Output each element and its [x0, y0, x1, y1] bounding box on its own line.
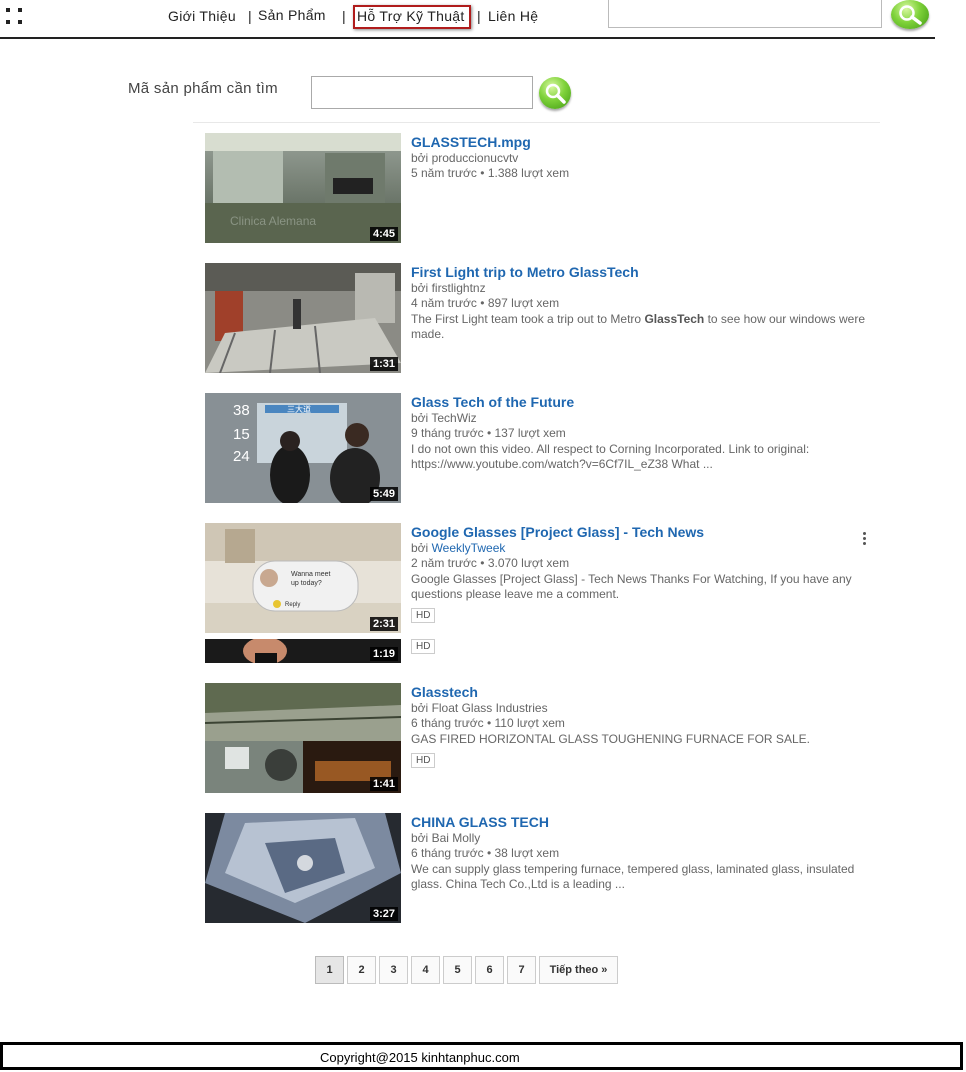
- video-duration: 1:31: [369, 357, 398, 371]
- video-info: First Light trip to Metro GlassTech bởi …: [411, 263, 871, 342]
- nav-item-gioi-thieu[interactable]: Giới Thiệu: [168, 8, 236, 24]
- results-divider: [193, 122, 880, 123]
- video-thumbnail[interactable]: Wanna meet up today? Reply 2:31: [205, 523, 401, 633]
- bubble-text: Wanna meet: [291, 571, 330, 578]
- video-duration: 5:49: [369, 487, 398, 501]
- video-info: Google Glasses [Project Glass] - Tech Ne…: [411, 523, 871, 623]
- video-thumbnail[interactable]: Clinica Alemana 4:45: [205, 133, 401, 243]
- hd-badge: HD: [411, 639, 436, 654]
- video-stats: 4 năm trước • 897 lượt xem: [411, 296, 560, 310]
- video-description: GAS FIRED HORIZONTAL GLASS TOUGHENING FU…: [411, 732, 810, 746]
- video-duration: 4:45: [369, 227, 398, 241]
- product-search-button[interactable]: [539, 77, 571, 109]
- thumbnail-watermark: Clinica Alemana: [230, 214, 316, 228]
- nav-separator: |: [248, 8, 252, 24]
- thumbnail-number: 24: [233, 448, 250, 465]
- thumbnail-number: 38: [233, 402, 250, 419]
- product-search-label: Mã sản phẩm cần tìm: [128, 80, 278, 97]
- video-channel: bởi Bai Molly: [411, 831, 481, 845]
- bubble-text: up today?: [291, 580, 322, 587]
- video-description: We can supply glass tempering furnace, t…: [411, 862, 855, 891]
- video-title[interactable]: Google Glasses [Project Glass] - Tech Ne…: [411, 523, 871, 541]
- nav-item-san-pham[interactable]: Sản Phẩm: [258, 7, 326, 23]
- video-title[interactable]: First Light trip to Metro GlassTech: [411, 263, 871, 281]
- video-title[interactable]: Glass Tech of the Future: [411, 393, 871, 411]
- video-stats: 6 tháng trước • 110 lượt xem: [411, 716, 565, 730]
- footer: Copyright@2015 kinhtanphuc.com: [0, 1042, 963, 1070]
- page-button-3[interactable]: 3: [379, 956, 408, 984]
- video-stats: 2 năm trước • 3.070 lượt xem: [411, 556, 570, 570]
- search-icon: [545, 83, 566, 104]
- video-channel: bởi TechWiz: [411, 411, 477, 425]
- video-channel: bởi Float Glass Industries: [411, 701, 548, 715]
- video-thumbnail[interactable]: 1:19: [205, 639, 401, 663]
- video-stats: 9 tháng trước • 137 lượt xem: [411, 426, 566, 440]
- copyright-text: Copyright@2015 kinhtanphuc.com: [320, 1050, 520, 1065]
- active-nav-highlight: [353, 5, 471, 29]
- video-stats: 5 năm trước • 1.388 lượt xem: [411, 166, 570, 180]
- menu-icon[interactable]: [6, 8, 22, 24]
- bubble-reply: Reply: [285, 602, 300, 608]
- video-channel: bởi produccionucvtv: [411, 151, 519, 165]
- video-channel: bởi firstlightnz: [411, 281, 486, 295]
- video-info: CHINA GLASS TECH bởi Bai Molly 6 tháng t…: [411, 813, 871, 892]
- nav-separator: |: [477, 8, 481, 24]
- page-button-4[interactable]: 4: [411, 956, 440, 984]
- video-thumbnail[interactable]: 三大道 38 15 24 5:49: [205, 393, 401, 503]
- thumbnail-number: 15: [233, 426, 250, 443]
- video-duration: 1:41: [369, 777, 398, 791]
- channel-link[interactable]: WeeklyTweek: [432, 541, 506, 555]
- video-info: HD: [411, 633, 871, 654]
- thumbnail-sign: 三大道: [287, 404, 311, 414]
- top-navigation-bar: Giới Thiệu | Sản Phẩm | Hỗ Trợ Kỹ Thuật …: [0, 0, 935, 39]
- video-info: GLASSTECH.mpg bởi produccionucvtv 5 năm …: [411, 133, 871, 181]
- video-thumbnail[interactable]: 1:31: [205, 263, 401, 373]
- video-description: The First Light team took a trip out to …: [411, 312, 865, 341]
- video-thumbnail[interactable]: 3:27: [205, 813, 401, 923]
- video-title[interactable]: CHINA GLASS TECH: [411, 813, 871, 831]
- hd-badge: HD: [411, 753, 436, 768]
- next-page-button[interactable]: Tiếp theo »: [539, 956, 618, 984]
- more-options-icon[interactable]: [862, 532, 868, 546]
- top-search-button[interactable]: [891, 0, 929, 29]
- video-channel: bởi WeeklyTweek: [411, 541, 506, 555]
- page-button-5[interactable]: 5: [443, 956, 472, 984]
- video-thumbnail[interactable]: 1:41: [205, 683, 401, 793]
- video-description: I do not own this video. All respect to …: [411, 442, 810, 471]
- nav-separator: |: [342, 8, 346, 24]
- video-stats: 6 tháng trước • 38 lượt xem: [411, 846, 560, 860]
- hd-badge: HD: [411, 608, 436, 623]
- top-search-input[interactable]: [608, 0, 882, 28]
- product-code-input[interactable]: [311, 76, 533, 109]
- video-duration: 3:27: [369, 907, 398, 921]
- video-description: Google Glasses [Project Glass] - Tech Ne…: [411, 572, 852, 601]
- page-button-2[interactable]: 2: [347, 956, 376, 984]
- page-button-7[interactable]: 7: [507, 956, 536, 984]
- page-button-1[interactable]: 1: [315, 956, 344, 984]
- video-info: Glasstech bởi Float Glass Industries 6 t…: [411, 683, 871, 768]
- video-title[interactable]: Glasstech: [411, 683, 871, 701]
- video-info: Glass Tech of the Future bởi TechWiz 9 t…: [411, 393, 871, 472]
- video-title[interactable]: GLASSTECH.mpg: [411, 133, 871, 151]
- video-duration: 2:31: [369, 617, 398, 631]
- video-duration: 1:19: [369, 647, 398, 661]
- page-button-6[interactable]: 6: [475, 956, 504, 984]
- nav-item-lien-he[interactable]: Liên Hệ: [488, 8, 538, 24]
- search-icon: [899, 5, 922, 25]
